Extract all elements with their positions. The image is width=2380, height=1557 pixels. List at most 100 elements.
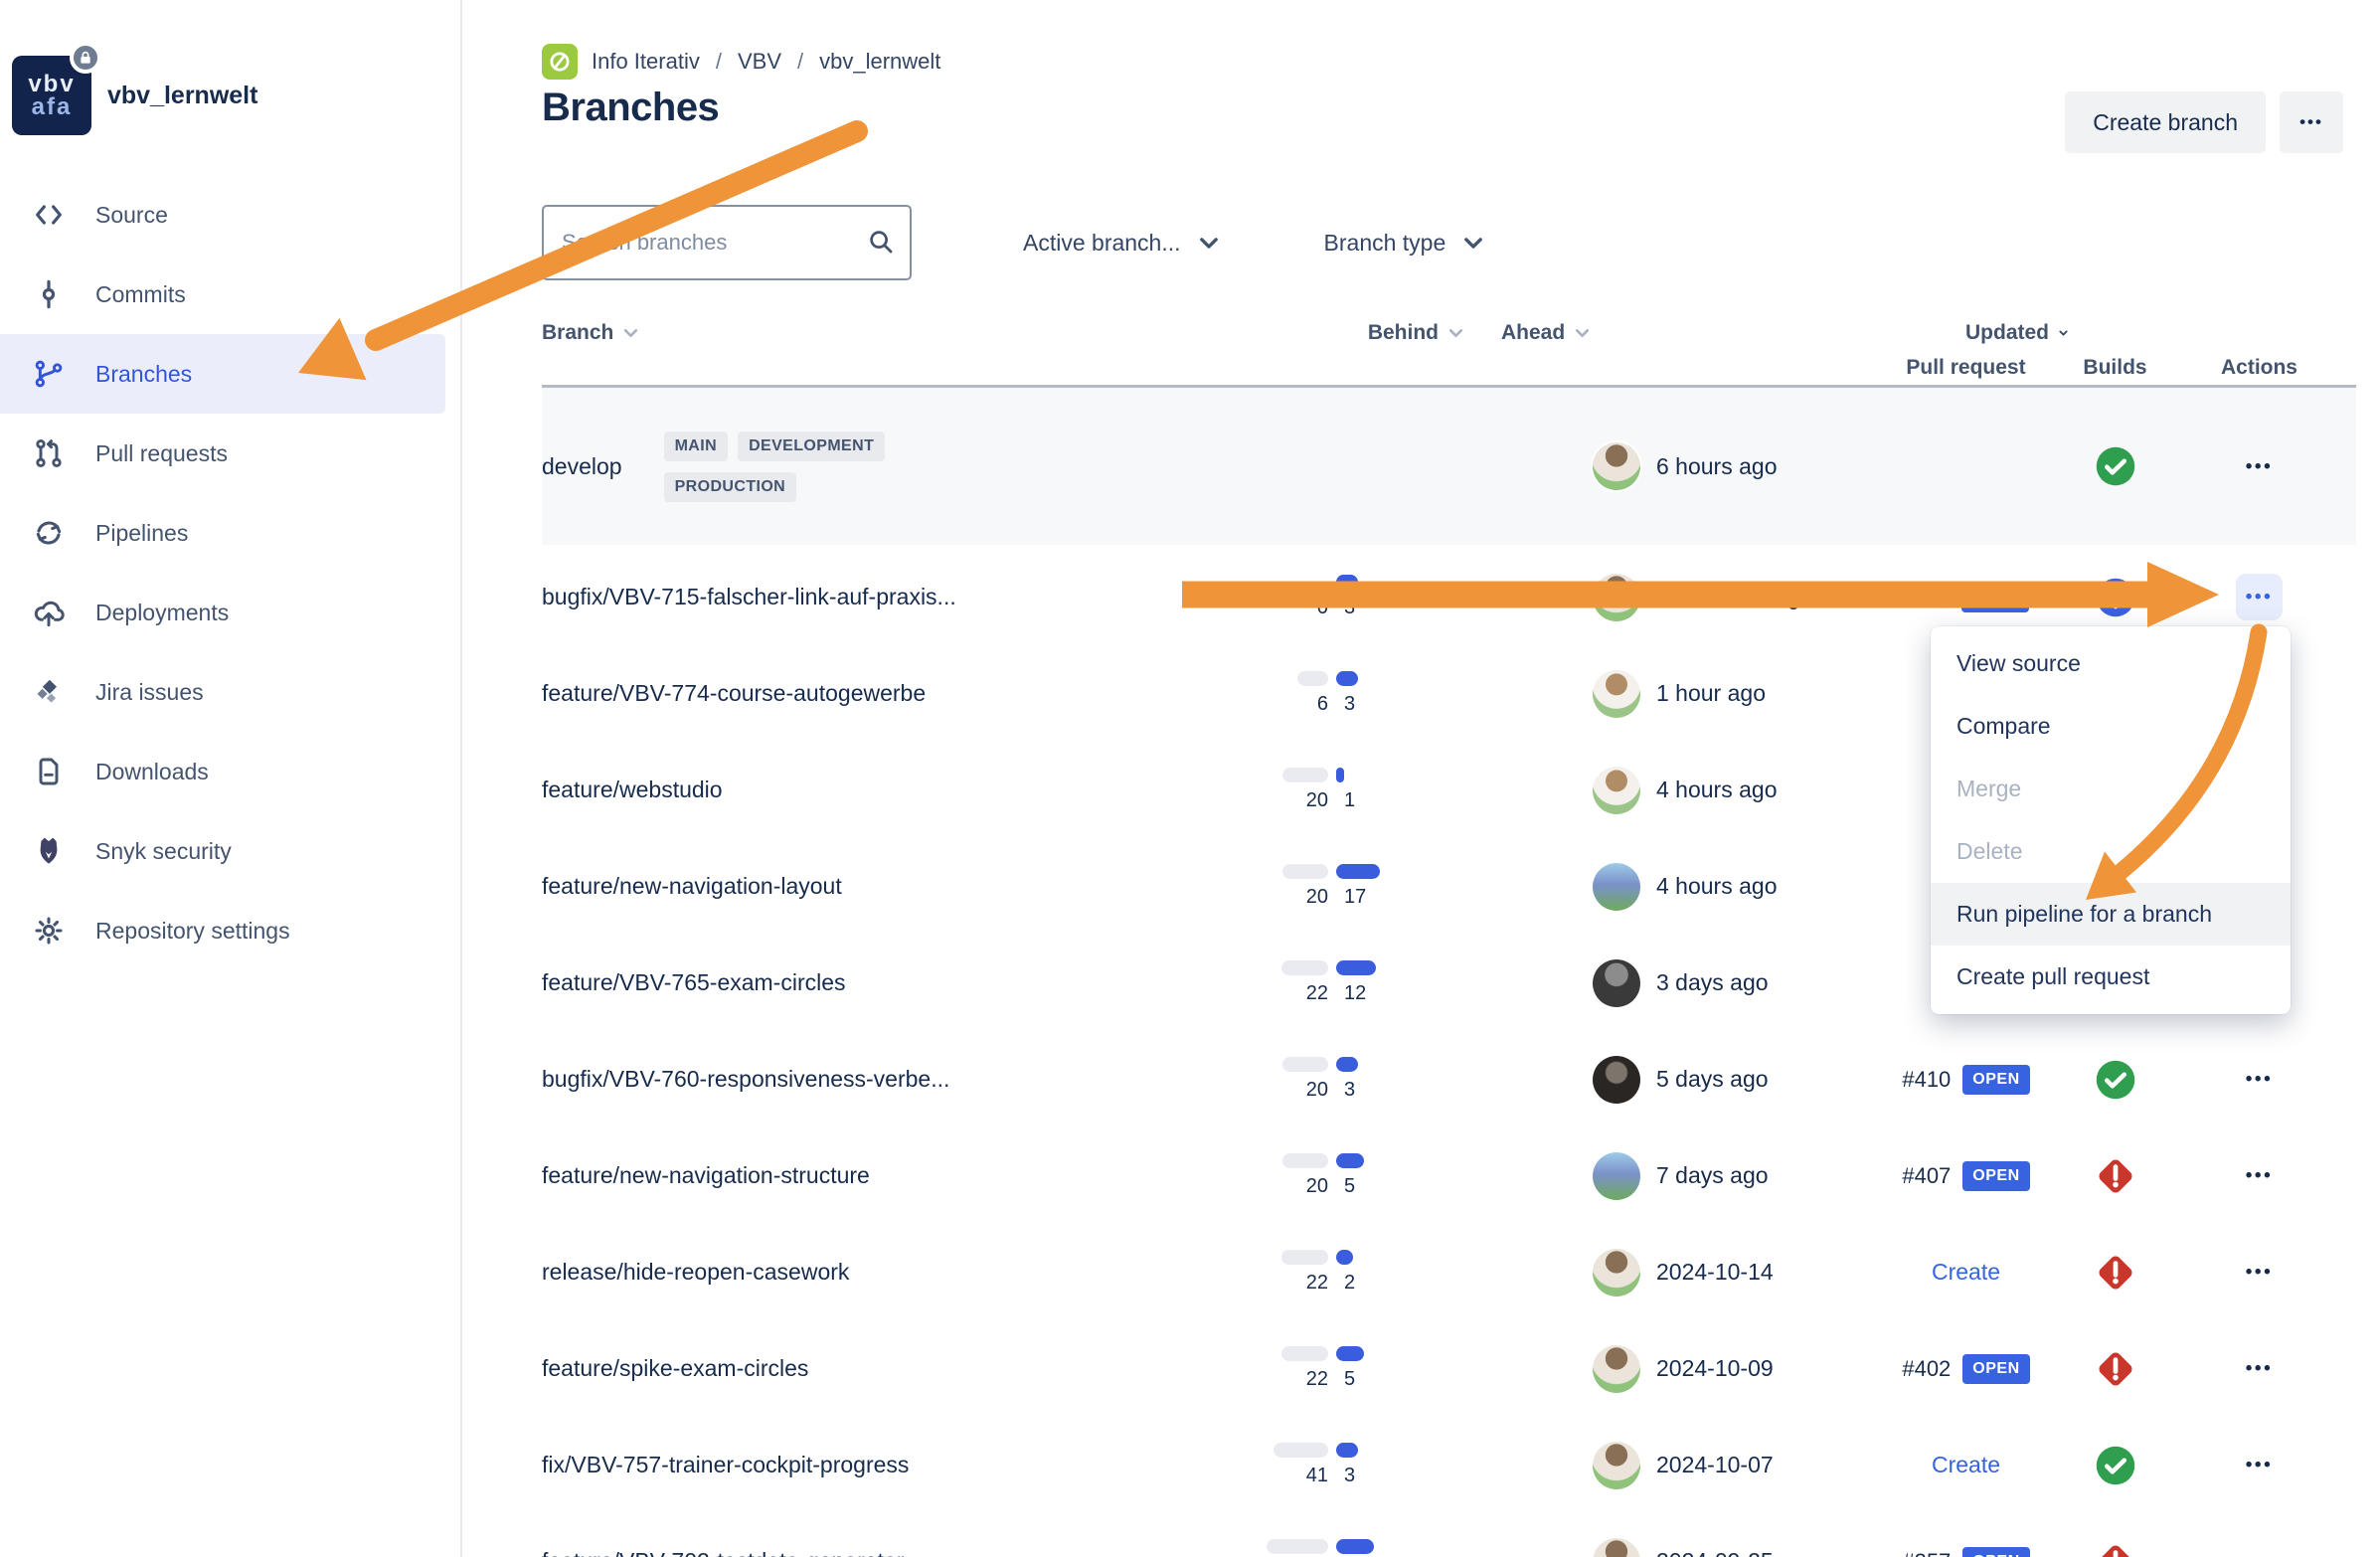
sidebar-item-label: Repository settings bbox=[95, 918, 290, 945]
pull-request-link[interactable]: #402 bbox=[1902, 1356, 1951, 1382]
column-header-updated[interactable]: Updated bbox=[1864, 321, 2068, 345]
more-options-button[interactable]: ••• bbox=[2280, 91, 2343, 153]
pull-request-link[interactable]: #410 bbox=[1902, 1067, 1951, 1093]
sidebar-item-commits[interactable]: Commits bbox=[0, 255, 462, 334]
table-row[interactable]: bugfix/VBV-760-responsiveness-verbe...20… bbox=[542, 1031, 2356, 1127]
create-branch-button[interactable]: Create branch bbox=[2065, 91, 2266, 153]
sidebar-item-label: Jira issues bbox=[95, 679, 204, 706]
search-input[interactable] bbox=[542, 205, 912, 280]
behind-ahead-indicator: 203 bbox=[1173, 1057, 1491, 1102]
ahead-count: 3 bbox=[1344, 1465, 1355, 1487]
breadcrumb-workspace-link[interactable]: Info Iterativ bbox=[592, 49, 700, 75]
branch-type-dropdown[interactable]: Branch type bbox=[1324, 230, 1484, 257]
menu-item-view-source[interactable]: View source bbox=[1931, 632, 2291, 695]
sidebar-item-repository-settings[interactable]: Repository settings bbox=[0, 891, 462, 970]
breadcrumb-project-link[interactable]: VBV bbox=[738, 49, 781, 75]
actions-cell: ••• bbox=[2162, 1345, 2356, 1392]
branch-name-link[interactable]: bugfix/VBV-715-falscher-link-auf-praxis.… bbox=[542, 584, 1173, 610]
sidebar-item-label: Snyk security bbox=[95, 838, 232, 865]
row-actions-menu-button[interactable]: ••• bbox=[2236, 1056, 2283, 1103]
repo-avatar[interactable]: vbvafa bbox=[12, 56, 91, 135]
behind-ahead-indicator: 03 bbox=[1173, 575, 1491, 619]
create-pull-request-link[interactable]: Create bbox=[1932, 1259, 2000, 1286]
table-row[interactable]: feature/new-navigation-structure205 7 day… bbox=[542, 1127, 2356, 1224]
table-row-develop[interactable]: developMAINDEVELOPMENTPRODUCTION 6 hours … bbox=[542, 388, 2356, 545]
branch-name-link[interactable]: feature/spike-exam-circles bbox=[542, 1355, 1173, 1382]
behind-bar bbox=[1282, 1153, 1328, 1168]
sidebar-item-jira-issues[interactable]: Jira issues bbox=[0, 652, 462, 732]
table-row[interactable]: feature/spike-exam-circles2252024-10-09#… bbox=[542, 1320, 2356, 1417]
sidebar-item-downloads[interactable]: Downloads bbox=[0, 732, 462, 811]
pull-request-link[interactable]: #357 bbox=[1902, 1549, 1951, 1557]
build-status-cell[interactable] bbox=[2068, 577, 2162, 618]
filters-bar: Active branch... Branch type bbox=[542, 205, 1483, 280]
row-actions-menu-button[interactable]: ••• bbox=[2236, 574, 2283, 620]
build-status-cell[interactable] bbox=[2068, 1541, 2162, 1557]
branch-name-link[interactable]: bugfix/VBV-760-responsiveness-verbe... bbox=[542, 1066, 1173, 1093]
build-success-icon bbox=[2095, 1059, 2136, 1101]
sidebar-item-snyk-security[interactable]: Snyk security bbox=[0, 811, 462, 891]
row-actions-menu-button[interactable]: ••• bbox=[2236, 1538, 2283, 1557]
branch-name-link[interactable]: feature/new-navigation-layout bbox=[542, 873, 1173, 900]
branch-tag-badge: PRODUCTION bbox=[664, 472, 797, 502]
updated-cell: 7 days ago bbox=[1491, 1152, 1864, 1200]
sidebar-item-deployments[interactable]: Deployments bbox=[0, 573, 462, 652]
sidebar-item-pull-requests[interactable]: Pull requests bbox=[0, 414, 462, 493]
build-status-cell[interactable] bbox=[2068, 1445, 2162, 1486]
ahead-bar bbox=[1336, 864, 1380, 879]
ahead-count: 17 bbox=[1344, 886, 1366, 909]
row-actions-menu-button[interactable]: ••• bbox=[2236, 443, 2283, 490]
pull-requests-icon bbox=[32, 436, 66, 470]
menu-item-create-pull-request[interactable]: Create pull request bbox=[1931, 946, 2291, 1008]
menu-item-run-pipeline-for-a-branch[interactable]: Run pipeline for a branch bbox=[1931, 883, 2291, 946]
pull-request-link[interactable]: #407 bbox=[1902, 1163, 1951, 1189]
pull-request-link[interactable]: #411 bbox=[1903, 585, 1950, 610]
column-header-actions: Actions bbox=[2162, 356, 2356, 380]
column-header-branch[interactable]: Branch bbox=[542, 321, 1173, 345]
updated-time: 7 days ago bbox=[1656, 1162, 1769, 1189]
branch-name-link[interactable]: release/hide-reopen-casework bbox=[542, 1259, 1173, 1286]
build-status-cell[interactable] bbox=[2068, 445, 2162, 487]
pr-status-badge: OPEN bbox=[1961, 583, 2028, 612]
sidebar-item-source[interactable]: Source bbox=[0, 175, 462, 255]
build-status-cell[interactable] bbox=[2068, 1252, 2162, 1294]
row-actions-menu-button[interactable]: ••• bbox=[2236, 1152, 2283, 1199]
branch-name-link[interactable]: feature/webstudio bbox=[542, 777, 1173, 803]
committer-avatar bbox=[1593, 1442, 1640, 1489]
create-pull-request-link[interactable]: Create bbox=[1932, 1452, 2000, 1478]
ahead-bar bbox=[1336, 960, 1376, 975]
sidebar-item-branches[interactable]: Branches bbox=[0, 334, 445, 414]
branch-name-link[interactable]: developMAINDEVELOPMENTPRODUCTION bbox=[542, 432, 1173, 502]
branch-name-link[interactable]: feature/new-navigation-structure bbox=[542, 1162, 1173, 1189]
committer-avatar bbox=[1593, 442, 1640, 490]
updated-time: 2024-10-14 bbox=[1656, 1259, 1774, 1286]
ahead-count: 2 bbox=[1344, 1272, 1355, 1295]
build-status-cell[interactable] bbox=[2068, 1059, 2162, 1101]
branch-name-link[interactable]: feature/VBV-774-course-autogewerbe bbox=[542, 680, 1173, 707]
table-row[interactable]: release/hide-reopen-casework2222024-10-1… bbox=[542, 1224, 2356, 1320]
table-row[interactable]: feature/VBV-702-testdata-generator681120… bbox=[542, 1513, 2356, 1557]
breadcrumb-repo-link[interactable]: vbv_lernwelt bbox=[819, 49, 940, 75]
row-actions-menu-button[interactable]: ••• bbox=[2236, 1345, 2283, 1392]
sort-chevron-icon bbox=[1448, 328, 1463, 338]
row-actions-menu-button[interactable]: ••• bbox=[2236, 1442, 2283, 1488]
build-failed-icon bbox=[2095, 1541, 2136, 1557]
menu-item-compare[interactable]: Compare bbox=[1931, 695, 2291, 758]
column-header-behind[interactable]: Behind bbox=[1173, 321, 1491, 345]
behind-ahead-indicator: 205 bbox=[1173, 1153, 1491, 1198]
column-header-ahead[interactable]: Ahead bbox=[1491, 321, 1864, 345]
table-row[interactable]: fix/VBV-757-trainer-cockpit-progress4132… bbox=[542, 1417, 2356, 1513]
row-actions-menu-button[interactable]: ••• bbox=[2236, 1249, 2283, 1296]
behind-count: 41 bbox=[1173, 1465, 1328, 1487]
updated-cell: 6 hours ago bbox=[1491, 442, 1864, 490]
build-status-cell[interactable] bbox=[2068, 1348, 2162, 1390]
pull-request-cell: #411 OPEN bbox=[1864, 583, 2068, 612]
ahead-count: 5 bbox=[1344, 1368, 1355, 1391]
build-status-cell[interactable] bbox=[2068, 1155, 2162, 1197]
branch-name-link[interactable]: feature/VBV-765-exam-circles bbox=[542, 969, 1173, 996]
sidebar-item-pipelines[interactable]: Pipelines bbox=[0, 493, 462, 573]
branch-name-link[interactable]: fix/VBV-757-trainer-cockpit-progress bbox=[542, 1452, 1173, 1478]
behind-ahead-indicator: 63 bbox=[1173, 671, 1491, 716]
branch-name-link[interactable]: feature/VBV-702-testdata-generator bbox=[542, 1548, 1173, 1557]
active-branches-dropdown[interactable]: Active branch... bbox=[1023, 230, 1219, 257]
